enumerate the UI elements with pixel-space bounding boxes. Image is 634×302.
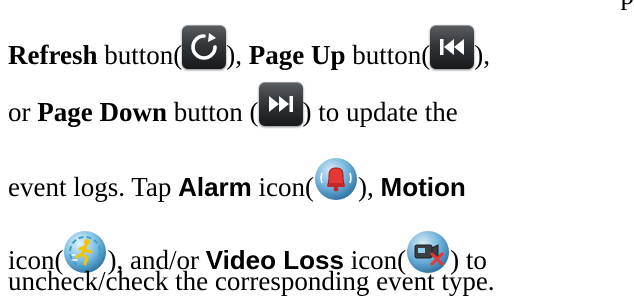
alarm-label: Alarm — [178, 172, 252, 202]
text-line-1: Refresh button( ), Page Up button( ), — [8, 25, 490, 69]
bell-icon — [314, 157, 358, 201]
page-up-label: Page Up — [248, 40, 346, 70]
text-line-5: uncheck/check the corresponding event ty… — [8, 266, 495, 296]
text-tail: ) to update the — [302, 97, 458, 127]
skip-back-icon — [430, 25, 475, 69]
button-word: button ( — [167, 97, 259, 127]
button-word: button( — [97, 40, 183, 70]
text-line-2: or Page Down button ( ) to update the — [8, 82, 458, 126]
close-comma: ), — [226, 40, 249, 70]
close-comma: ), — [474, 40, 490, 70]
text-lead: or — [8, 97, 38, 127]
page-down-label: Page Down — [37, 97, 167, 127]
clipped-text-fragment: p — [621, 0, 634, 9]
refresh-label: Refresh — [8, 40, 98, 70]
refresh-icon — [182, 25, 227, 69]
motion-label: Motion — [380, 172, 466, 202]
skip-forward-icon — [258, 82, 303, 126]
button-word: button( — [345, 40, 431, 70]
text-line-3: event logs. Tap Alarm icon( ), Motion — [8, 157, 466, 201]
icon-word: icon( — [251, 172, 315, 202]
text-lead: event logs. Tap — [8, 172, 179, 202]
close-comma: ), — [358, 172, 381, 202]
